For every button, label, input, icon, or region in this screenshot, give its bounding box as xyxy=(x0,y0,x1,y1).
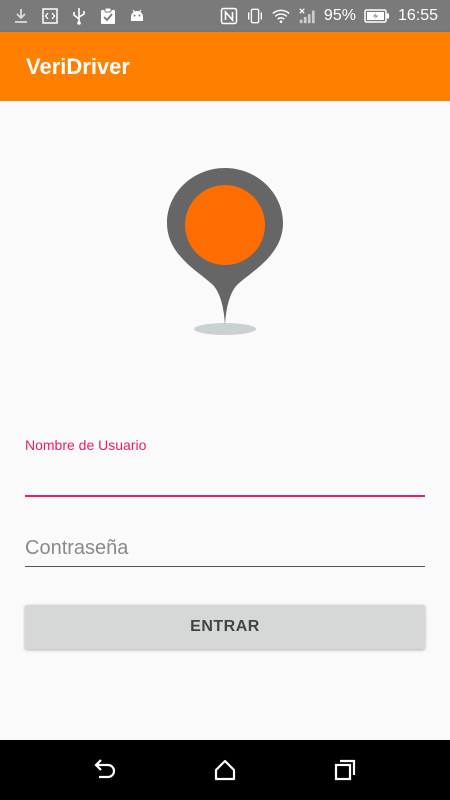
usb-icon xyxy=(70,7,88,25)
download-icon xyxy=(12,7,30,25)
login-screen: Nombre de Usuario ENTRAR xyxy=(0,101,450,740)
app-bar: VeriDriver xyxy=(0,32,450,101)
status-bar: 95% 16:55 xyxy=(0,0,450,32)
navigation-bar xyxy=(0,740,450,800)
signal-icon xyxy=(298,7,316,25)
clock: 16:55 xyxy=(397,7,438,24)
recents-icon[interactable] xyxy=(331,756,359,784)
android-icon xyxy=(128,7,146,25)
clipboard-check-icon xyxy=(99,7,117,25)
app-title: VeriDriver xyxy=(26,53,130,79)
password-field[interactable] xyxy=(25,531,425,567)
code-icon xyxy=(41,7,59,25)
battery-charging-icon xyxy=(364,7,390,25)
username-field[interactable] xyxy=(25,459,425,497)
nfc-icon xyxy=(220,7,238,25)
back-icon[interactable] xyxy=(91,756,119,784)
home-icon[interactable] xyxy=(211,756,239,784)
battery-percent: 95% xyxy=(323,7,356,24)
location-pin-icon xyxy=(160,163,290,338)
username-label: Nombre de Usuario xyxy=(25,437,147,453)
login-button[interactable]: ENTRAR xyxy=(25,605,425,649)
vibrate-icon xyxy=(246,7,264,25)
wifi-icon xyxy=(272,7,290,25)
